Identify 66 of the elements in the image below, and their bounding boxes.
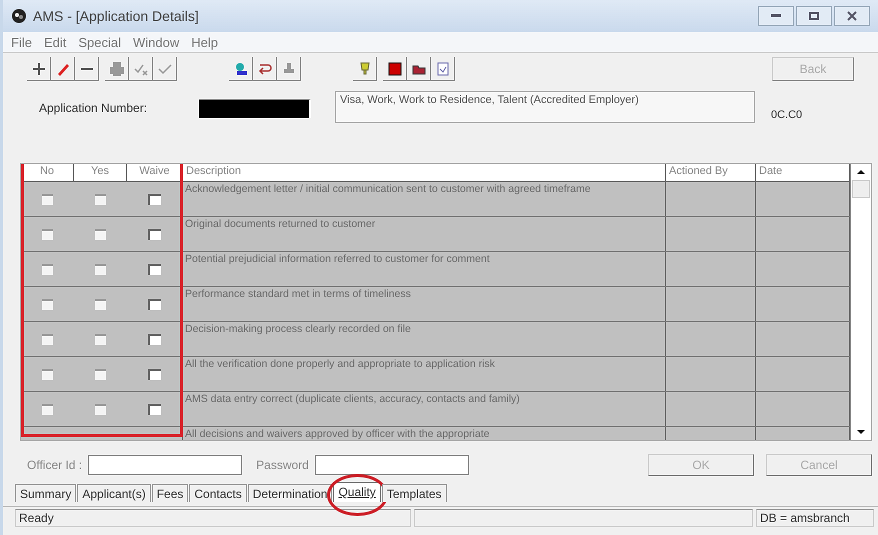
table-cell: AMS data entry correct (duplicate clients, accuracy, contacts and family) xyxy=(183,392,666,426)
password-label: Password xyxy=(256,458,309,472)
table-cell: All the verification done properly and appropriate to application risk xyxy=(183,357,666,391)
checkbox[interactable] xyxy=(148,228,161,240)
officer-id-field[interactable] xyxy=(88,455,242,475)
checkbox[interactable] xyxy=(148,194,161,204)
minus-button[interactable] xyxy=(75,57,99,81)
application-type-field: Visa, Work, Work to Residence, Talent (Accredited Employer) xyxy=(335,91,755,123)
column-header: Description xyxy=(183,164,666,181)
table-cell: Potential prejudicial information referred to customer for comment xyxy=(183,252,666,286)
menu-item[interactable]: Help xyxy=(191,34,218,50)
menu-item[interactable]: Edit xyxy=(44,34,66,50)
table-cell: Decision-making process clearly recorded on file xyxy=(183,322,666,356)
tab[interactable]: Templates xyxy=(382,484,447,502)
tab[interactable]: Fees xyxy=(152,484,188,502)
tick-button[interactable] xyxy=(153,57,177,81)
scroll-up-icon[interactable] xyxy=(856,167,866,177)
table-cell: Original documents returned to customer xyxy=(183,217,666,251)
application-code: 0C.C0 xyxy=(771,109,802,121)
close-button[interactable] xyxy=(834,6,870,26)
page-icon xyxy=(434,60,450,76)
scroll-down-icon[interactable] xyxy=(856,427,866,437)
restore-icon xyxy=(809,12,819,20)
pencil-button[interactable] xyxy=(51,57,75,81)
menu-item[interactable]: Window xyxy=(133,34,180,50)
printer-icon xyxy=(108,60,124,76)
undo-button[interactable] xyxy=(253,57,277,81)
checkbox[interactable] xyxy=(148,368,161,380)
password-field[interactable] xyxy=(314,455,469,475)
application-number-label: Application Number: xyxy=(39,101,148,115)
tab[interactable]: Contacts xyxy=(189,484,247,502)
tick-cross-button[interactable] xyxy=(129,57,153,81)
page-button[interactable] xyxy=(431,57,455,81)
restore-button[interactable] xyxy=(796,6,832,26)
table-cell: All decisions and waivers approved by officer with the appropriate xyxy=(183,427,666,440)
database-status: DB = amsbranch xyxy=(756,509,874,527)
tab[interactable]: Applicant(s) xyxy=(77,484,151,502)
minimize-icon xyxy=(771,14,781,18)
column-header: Yes xyxy=(74,164,127,181)
stamp-button[interactable] xyxy=(277,57,301,81)
stop-icon xyxy=(386,60,402,76)
checkbox[interactable] xyxy=(148,404,161,414)
tab[interactable]: Determination xyxy=(248,484,332,502)
menu-item[interactable]: Special xyxy=(78,34,121,50)
app-logo-icon xyxy=(11,8,27,24)
table-cell: Acknowledgement letter / initial communication sent to customer with agreed timeframe xyxy=(183,182,666,216)
table-cell: Performance standard met in terms of timeliness xyxy=(183,287,666,321)
tab[interactable]: Summary xyxy=(15,484,76,502)
scroll-thumb[interactable] xyxy=(852,180,870,198)
window-title: AMS - [Application Details] xyxy=(33,8,199,24)
scrollbar[interactable] xyxy=(850,164,871,440)
column-header: No xyxy=(21,164,74,181)
minus-icon xyxy=(78,66,94,70)
close-icon xyxy=(847,11,857,21)
column-header: Actioned By xyxy=(666,164,756,181)
column-header: Waive xyxy=(127,164,183,181)
checkbox[interactable] xyxy=(148,264,161,274)
minimize-button[interactable] xyxy=(758,6,794,26)
officer-id-label: Officer Id : xyxy=(27,458,82,472)
plus-icon xyxy=(30,60,46,76)
folder-button[interactable] xyxy=(407,57,431,81)
checkbox[interactable] xyxy=(148,334,161,344)
checkbox[interactable] xyxy=(148,298,161,310)
status-text: Ready xyxy=(15,509,411,527)
tab[interactable]: Quality xyxy=(333,482,381,502)
menu-item[interactable]: File xyxy=(11,34,32,50)
